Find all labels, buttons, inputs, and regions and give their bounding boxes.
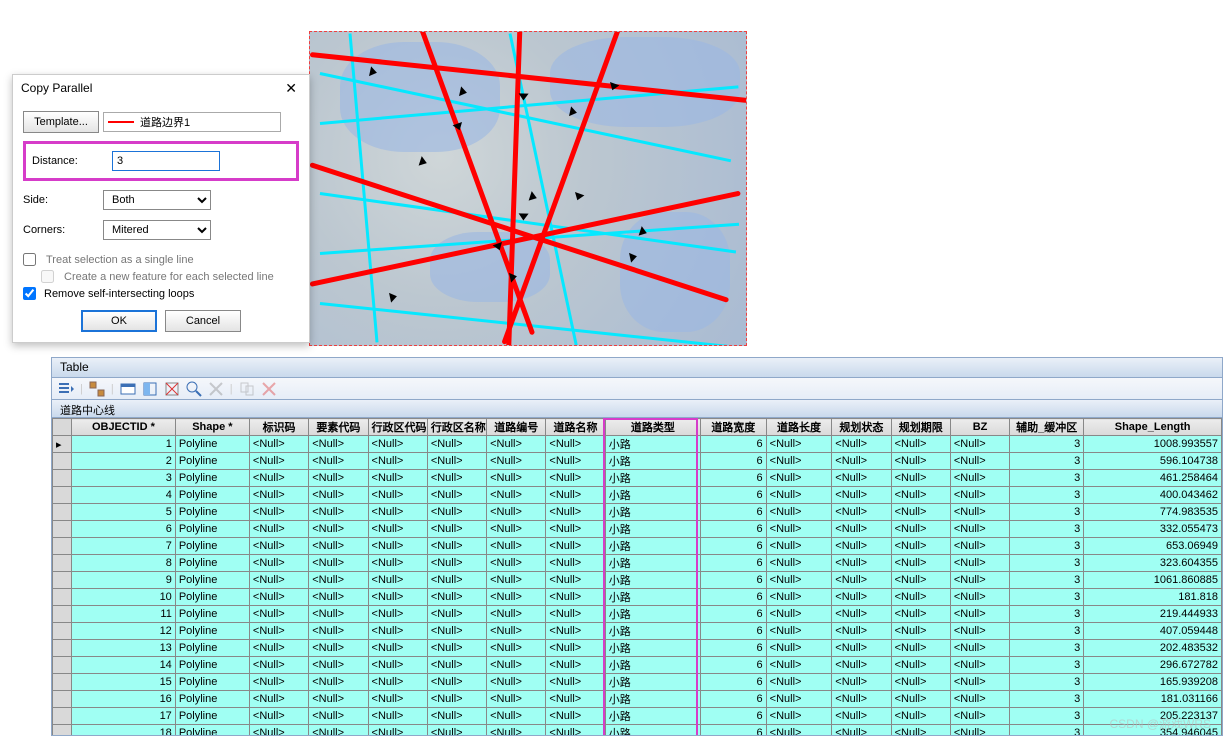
watermark: CSDN @游戏WRS [1109,715,1211,732]
table-row[interactable]: 8Polyline<Null><Null><Null><Null><Null><… [53,555,1222,572]
map-canvas[interactable] [309,31,747,346]
table-row[interactable]: 3Polyline<Null><Null><Null><Null><Null><… [53,470,1222,487]
corners-select[interactable]: MiteredBeveledRounded [103,220,211,240]
col-header[interactable]: 要素代码 [309,419,368,436]
col-header[interactable]: 道路类型 [605,419,700,436]
switch-selection-icon[interactable] [142,381,158,397]
header-row[interactable]: OBJECTID *Shape *标识码要素代码行政区代码行政区名称道路编号道路… [53,419,1222,436]
col-header[interactable]: 道路名称 [546,419,605,436]
col-header[interactable]: 规划状态 [832,419,891,436]
template-button[interactable]: Template... [23,111,99,133]
grid[interactable]: OBJECTID *Shape *标识码要素代码行政区代码行政区名称道路编号道路… [52,418,1222,735]
delete-icon[interactable] [208,381,224,397]
side-select[interactable]: BothLeftRight [103,190,211,210]
chk-single-line-label: Treat selection as a single line [46,254,194,266]
table-title: Table [52,358,1222,378]
chk-single-line[interactable] [23,253,36,266]
table-row[interactable]: 4Polyline<Null><Null><Null><Null><Null><… [53,487,1222,504]
add-field-icon[interactable] [239,381,255,397]
table-row[interactable]: 17Polyline<Null><Null><Null><Null><Null>… [53,708,1222,725]
legend-swatch [108,121,134,123]
close-icon[interactable]: ✕ [281,80,301,97]
col-header[interactable]: 道路宽度 [701,419,767,436]
table-row[interactable]: 18Polyline<Null><Null><Null><Null><Null>… [53,725,1222,736]
col-header[interactable]: 道路编号 [487,419,546,436]
col-header[interactable] [53,419,72,436]
table-row[interactable]: ▸1Polyline<Null><Null><Null><Null><Null>… [53,436,1222,453]
col-header[interactable]: BZ [950,419,1009,436]
chk-new-feature [41,270,54,283]
table-row[interactable]: 11Polyline<Null><Null><Null><Null><Null>… [53,606,1222,623]
col-header[interactable]: 规划期限 [891,419,950,436]
select-by-attr-icon[interactable] [120,381,136,397]
table-row[interactable]: 6Polyline<Null><Null><Null><Null><Null><… [53,521,1222,538]
table-row[interactable]: 9Polyline<Null><Null><Null><Null><Null><… [53,572,1222,589]
table-row[interactable]: 10Polyline<Null><Null><Null><Null><Null>… [53,589,1222,606]
distance-input[interactable] [112,151,220,171]
table-body: ▸1Polyline<Null><Null><Null><Null><Null>… [53,436,1222,736]
table-row[interactable]: 12Polyline<Null><Null><Null><Null><Null>… [53,623,1222,640]
col-header[interactable]: Shape_Length [1084,419,1222,436]
chk-remove-loops-label: Remove self-intersecting loops [44,288,194,300]
zoom-selection-icon[interactable] [186,381,202,397]
col-header[interactable]: 辅助_缓冲区 [1010,419,1084,436]
corners-label: Corners: [23,224,103,236]
col-header[interactable]: 行政区代码 [368,419,427,436]
distance-highlight: Distance: [23,141,299,181]
clear-selection-icon[interactable] [164,381,180,397]
table-row[interactable]: 2Polyline<Null><Null><Null><Null><Null><… [53,453,1222,470]
ok-button[interactable]: OK [81,310,157,332]
table-row[interactable]: 13Polyline<Null><Null><Null><Null><Null>… [53,640,1222,657]
table-toolbar: | | | [52,378,1222,400]
col-header[interactable]: 标识码 [249,419,308,436]
table-row[interactable]: 7Polyline<Null><Null><Null><Null><Null><… [53,538,1222,555]
side-label: Side: [23,194,103,206]
col-header[interactable]: Shape * [175,419,249,436]
table-options-icon[interactable] [58,381,74,397]
table-row[interactable]: 15Polyline<Null><Null><Null><Null><Null>… [53,674,1222,691]
chk-new-feature-label: Create a new feature for each selected l… [64,271,274,283]
table-row[interactable]: 16Polyline<Null><Null><Null><Null><Null>… [53,691,1222,708]
table-row[interactable]: 14Polyline<Null><Null><Null><Null><Null>… [53,657,1222,674]
dialog-title: Copy Parallel [21,81,92,95]
template-legend[interactable]: 道路边界1 [103,112,281,132]
cancel-button[interactable]: Cancel [165,310,241,332]
copy-parallel-dialog: Copy Parallel ✕ Template... 道路边界1 Distan… [12,74,310,343]
col-header[interactable]: 道路长度 [766,419,832,436]
col-header[interactable]: 行政区名称 [427,419,486,436]
col-header[interactable]: OBJECTID * [72,419,176,436]
chk-remove-loops[interactable] [23,287,36,300]
layer-name: 道路中心线 [52,400,1222,418]
related-tables-icon[interactable] [89,381,105,397]
distance-label: Distance: [32,155,112,167]
attribute-table-panel: Table | | | 道路中心线 OBJECTID *Shape *标识码要素… [51,357,1223,736]
attribute-table: OBJECTID *Shape *标识码要素代码行政区代码行政区名称道路编号道路… [52,418,1222,735]
cancel-row-icon[interactable] [261,381,277,397]
legend-text: 道路边界1 [140,114,190,130]
table-row[interactable]: 5Polyline<Null><Null><Null><Null><Null><… [53,504,1222,521]
